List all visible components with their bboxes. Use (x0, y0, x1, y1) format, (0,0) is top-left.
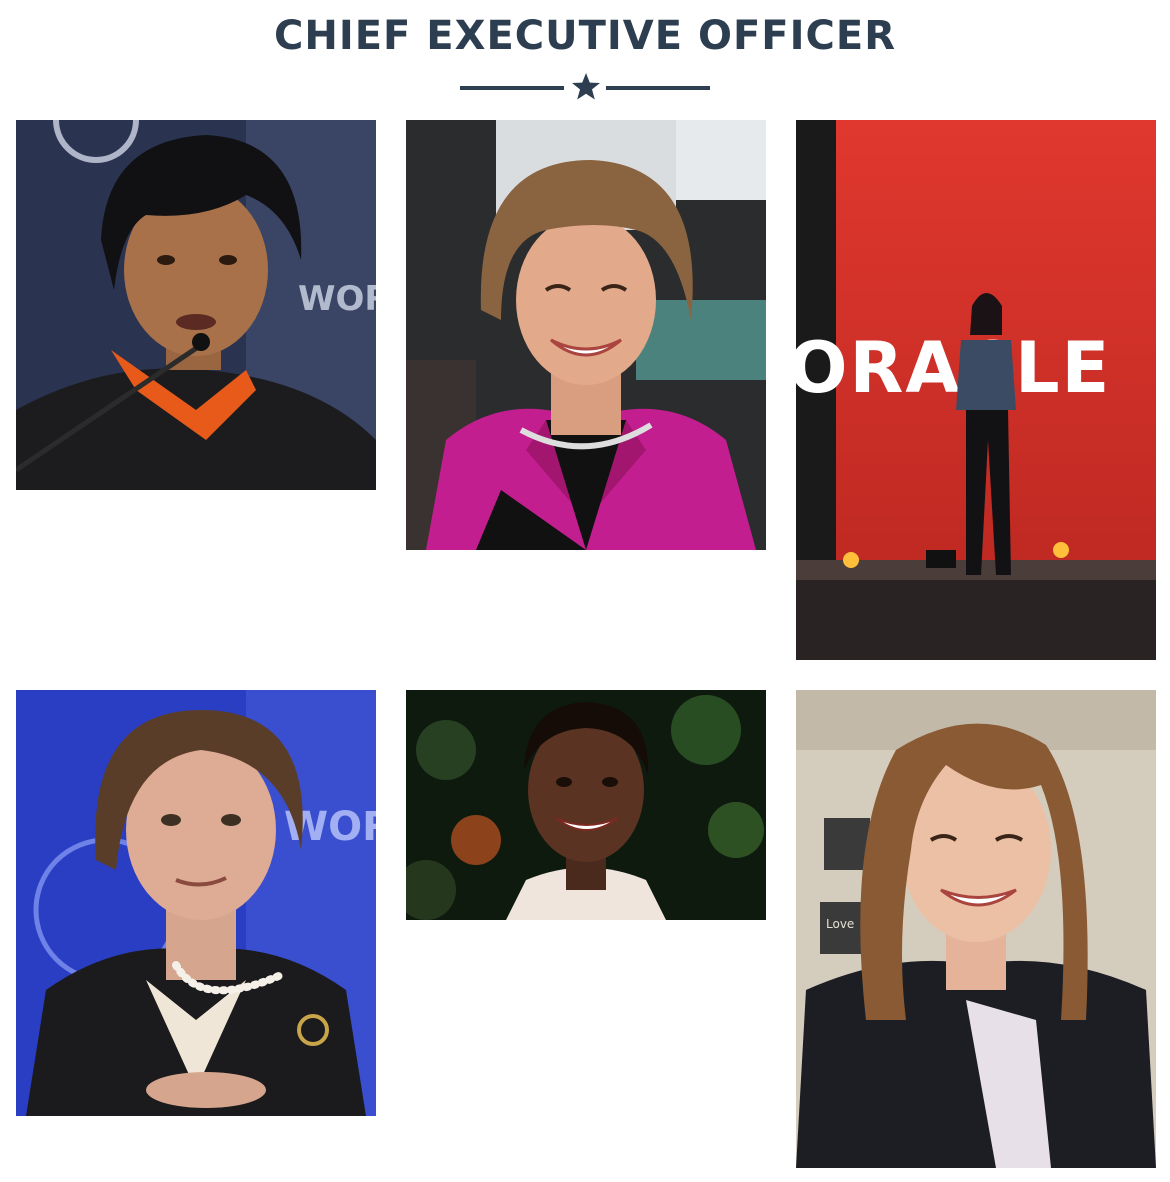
backdrop-text-wef-1: WORLD ECONOMIC FORUM (298, 279, 376, 319)
wall-sign-text: Love (826, 917, 854, 931)
ceo-photo-3[interactable]: ORACLE (796, 120, 1156, 660)
title-divider (460, 70, 710, 104)
ceo-photo-2[interactable] (406, 120, 766, 550)
ceo-photo-6[interactable]: Love (796, 690, 1156, 1168)
ceo-photo-1[interactable]: WORLD ECONOMIC FORUM (16, 120, 376, 490)
star-icon (572, 73, 600, 100)
ceo-photo-4[interactable]: WORLD ECONOMIC FORUM (16, 690, 376, 1116)
ceo-photo-5[interactable] (406, 690, 766, 920)
page-title: CHIEF EXECUTIVE OFFICER (273, 13, 896, 59)
divider-line-left (460, 86, 564, 90)
divider-line-right (606, 86, 710, 90)
backdrop-text-oracle: ORACLE (796, 327, 1111, 409)
section-header: CHIEF EXECUTIVE OFFICER (0, 0, 1170, 110)
